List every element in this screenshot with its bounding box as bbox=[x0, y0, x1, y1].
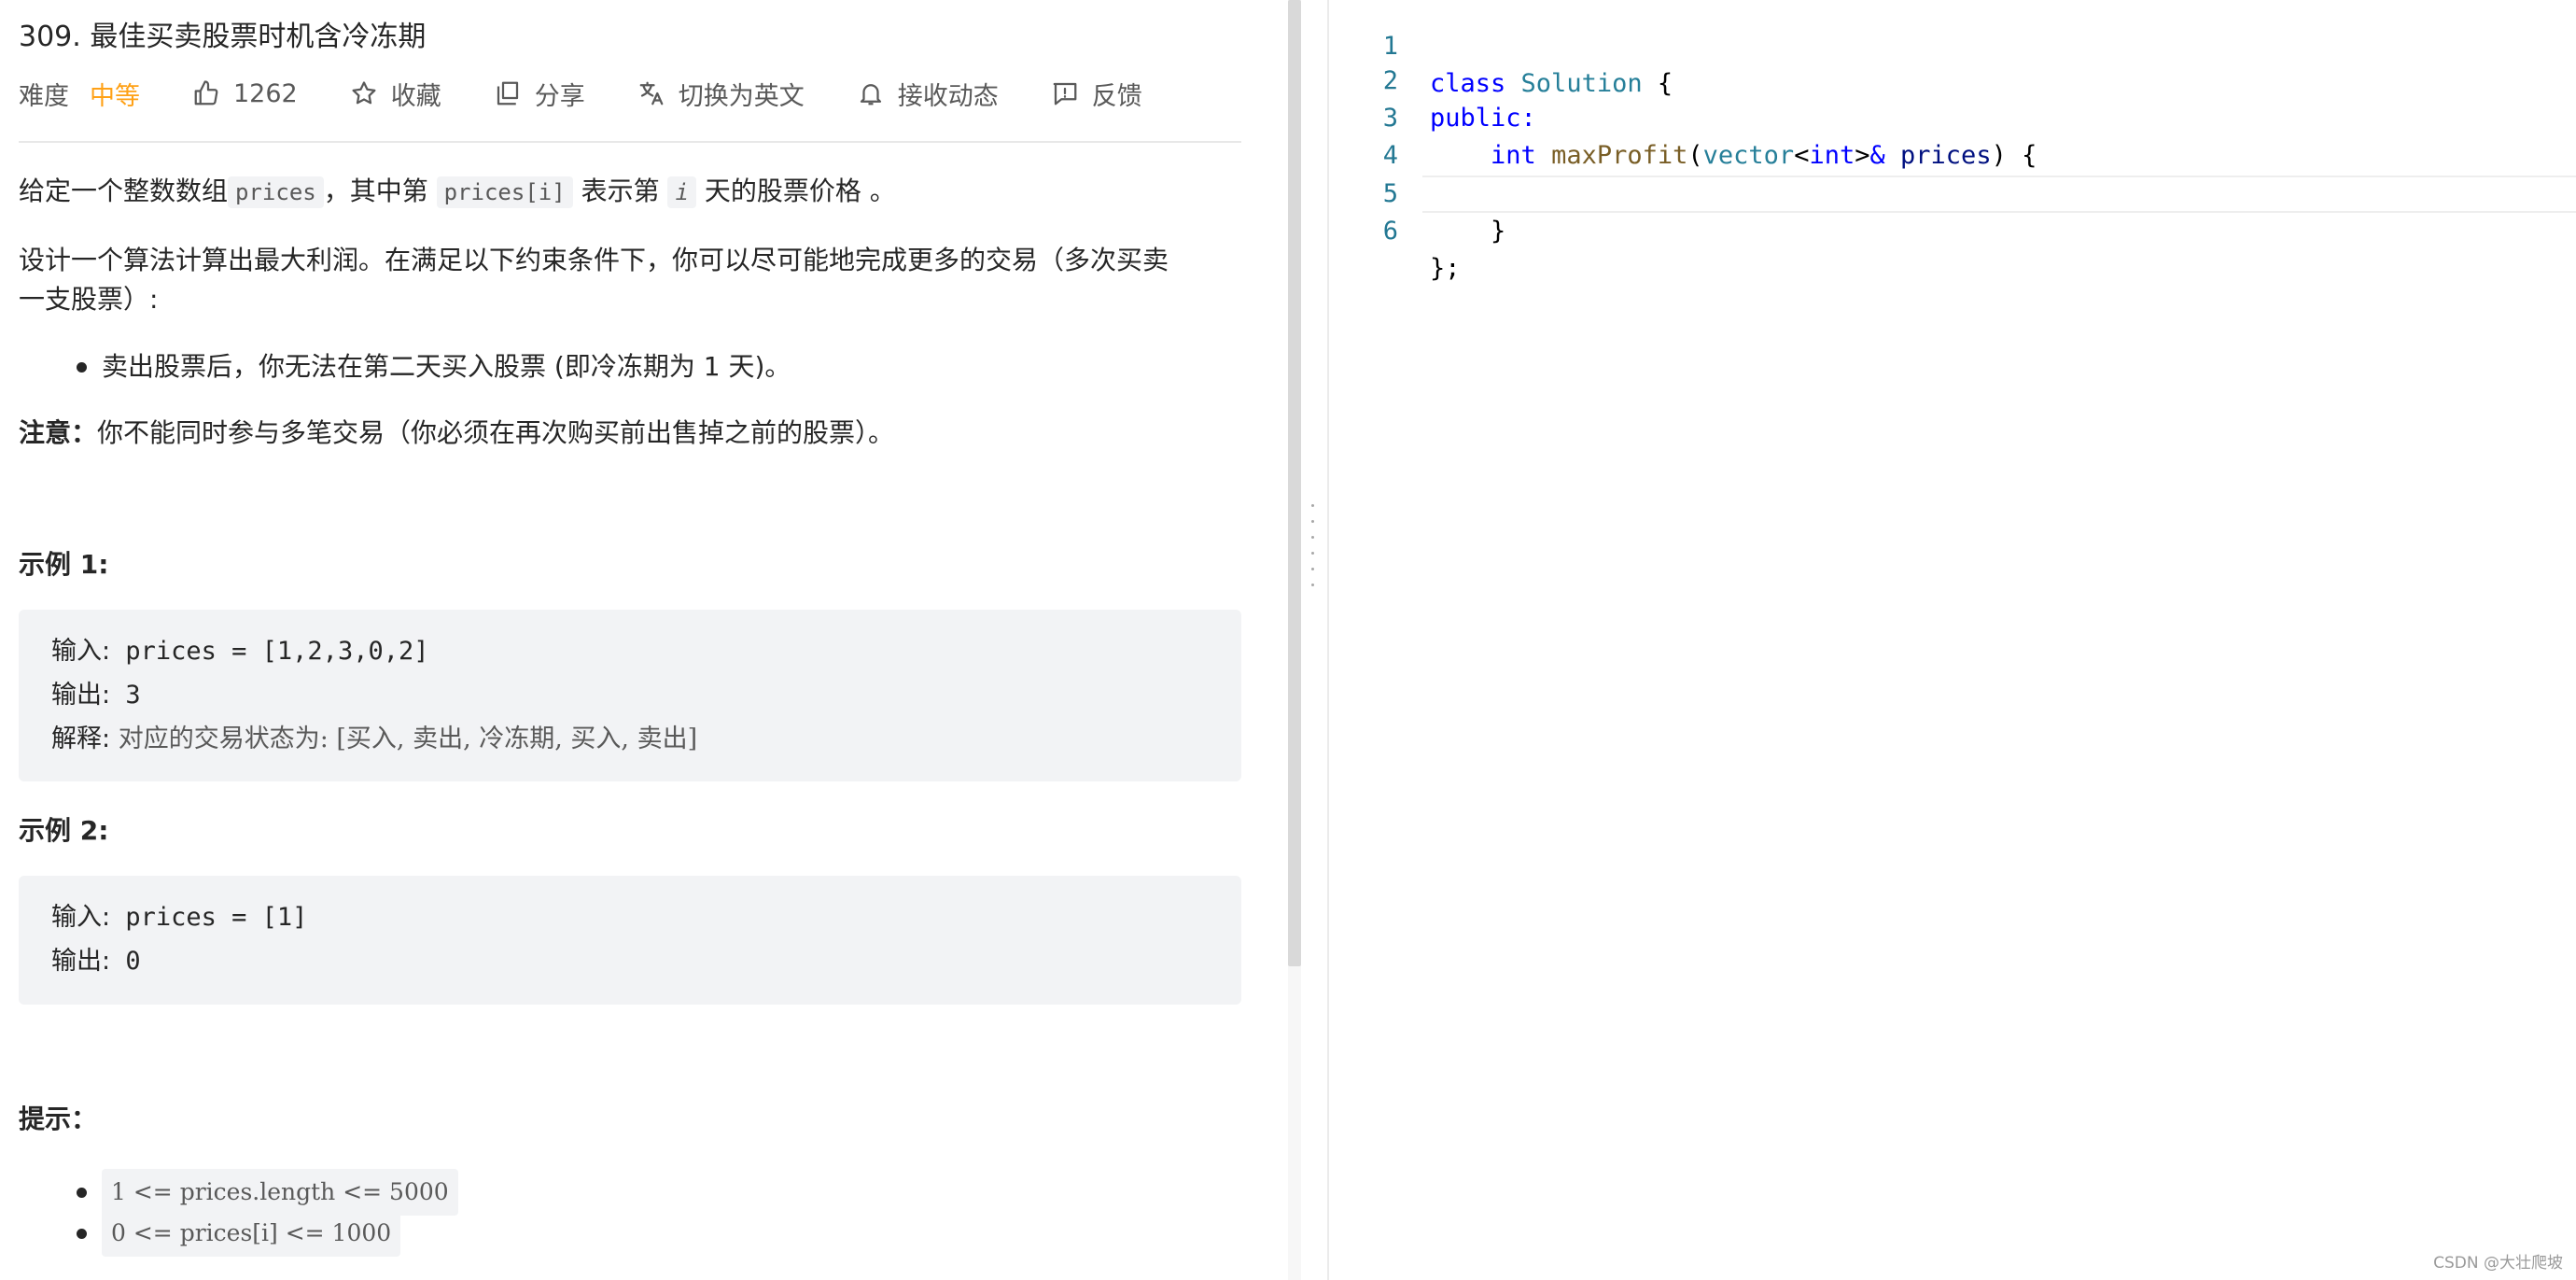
line-content: } bbox=[1430, 217, 1506, 246]
note-label: 注意： bbox=[19, 417, 98, 448]
hint-text: 1 <= prices.length <= 5000 bbox=[102, 1169, 458, 1216]
note-text: 你不能同时参与多笔交易（你必须在再次购买前出售掉之前的股票）。 bbox=[97, 417, 895, 448]
example-2-input: 输入: prices = [1] bbox=[51, 899, 307, 936]
feedback-icon bbox=[1053, 82, 1077, 105]
constraint-text: 卖出股票后，你无法在第二天买入股票 (即冷冻期为 1 天)。 bbox=[102, 351, 791, 382]
favorite-button[interactable]: 收藏 bbox=[350, 76, 441, 112]
panel-splitter[interactable] bbox=[1301, 0, 1329, 1280]
share-icon bbox=[497, 81, 518, 105]
line-number: 6 bbox=[1382, 217, 1398, 246]
subscribe-button[interactable]: 接收动态 bbox=[857, 76, 999, 112]
code-line[interactable]: 4 bbox=[1329, 100, 2576, 170]
example-1-output: 输出: 3 bbox=[51, 677, 141, 714]
code-editor[interactable]: 1 class Solution { 2 public: 3 int maxPr… bbox=[1329, 0, 2576, 1280]
input-label: 输入: bbox=[51, 903, 111, 932]
example-1-explanation: 解释: 对应的交易状态为: [买入, 卖出, 冷冻期, 买入, 卖出] bbox=[51, 721, 697, 758]
feedback-button[interactable]: 反馈 bbox=[1051, 76, 1142, 112]
output-label: 输出: bbox=[51, 681, 111, 710]
desc-text: ，其中第 bbox=[323, 176, 437, 206]
favorite-label: 收藏 bbox=[390, 81, 441, 111]
star-icon bbox=[352, 81, 376, 105]
code-line[interactable]: 6 }; bbox=[1329, 176, 2576, 283]
output-value: 3 bbox=[110, 681, 141, 710]
example-2-box: 输入: prices = [1] 输出: 0 bbox=[19, 876, 1241, 1005]
like-button[interactable]: 1262 bbox=[192, 79, 298, 108]
share-button[interactable]: 分享 bbox=[494, 76, 585, 112]
example-2-heading: 示例 2: bbox=[19, 815, 109, 846]
input-value: prices = [1] bbox=[110, 903, 308, 932]
difficulty: 难度 中等 bbox=[19, 76, 140, 112]
example-1-heading: 示例 1: bbox=[19, 549, 109, 580]
share-label: 分享 bbox=[534, 81, 585, 111]
desc-text: 给定一个整数数组 bbox=[19, 176, 229, 206]
example-1-input: 输入: prices = [1,2,3,0,2] bbox=[51, 633, 428, 670]
bullet-dot bbox=[77, 1228, 87, 1239]
desc-text: 天的股票价格 。 bbox=[695, 176, 896, 206]
bullet-dot bbox=[77, 361, 87, 373]
note-paragraph: 注意：你不能同时参与多笔交易（你必须在再次购买前出售掉之前的股票）。 bbox=[19, 414, 894, 453]
inline-code-i: i bbox=[667, 176, 696, 208]
code-line[interactable]: 2 public: bbox=[1329, 25, 2576, 133]
inline-code-prices: prices bbox=[228, 176, 324, 208]
output-value: 0 bbox=[110, 947, 141, 976]
output-label: 输出: bbox=[51, 947, 111, 976]
description-scrollbar-thumb[interactable] bbox=[1288, 0, 1301, 966]
input-label: 输入: bbox=[51, 637, 111, 666]
description-paragraph-1: 给定一个整数数组 prices ，其中第 prices[i] 表示第 i 天的股票价… bbox=[19, 172, 896, 212]
code-line[interactable]: 1 class Solution { bbox=[1329, 0, 2576, 98]
translate-icon bbox=[639, 81, 664, 105]
hint-text: 0 <= prices[i] <= 1000 bbox=[102, 1210, 401, 1257]
line-content: }; bbox=[1430, 254, 1461, 283]
splitter-drag-handle[interactable] bbox=[1311, 504, 1315, 602]
problem-meta-bar: 难度 中等 1262 收藏 分享 切换为英文 接收动态 反馈 bbox=[19, 73, 1195, 114]
switch-language-label: 切换为英文 bbox=[678, 81, 805, 111]
bullet-dot bbox=[77, 1187, 87, 1198]
app-root: 309. 最佳买卖股票时机含冷冻期 难度 中等 1262 收藏 分享 切换为英文… bbox=[0, 0, 2576, 1280]
code-line[interactable]: 5 } bbox=[1329, 138, 2576, 246]
description-paragraph-2-line-1: 设计一个算法计算出最大利润。在满足以下约束条件下，你可以尽可能地完成更多的交易（… bbox=[19, 245, 1169, 275]
example-2-output: 输出: 0 bbox=[51, 943, 141, 980]
hints-heading: 提示： bbox=[19, 1104, 98, 1134]
switch-language-button[interactable]: 切换为英文 bbox=[637, 76, 805, 112]
header-divider bbox=[19, 141, 1241, 143]
input-value: prices = [1,2,3,0,2] bbox=[110, 637, 429, 666]
problem-title: 309. 最佳买卖股票时机含冷冻期 bbox=[19, 21, 427, 53]
subscribe-label: 接收动态 bbox=[897, 81, 999, 111]
desc-text: 表示第 bbox=[572, 176, 668, 206]
hint-item: 0 <= prices[i] <= 1000 bbox=[19, 1210, 401, 1257]
constraint-bullet: 卖出股票后，你无法在第二天买入股票 (即冷冻期为 1 天)。 bbox=[19, 347, 791, 387]
hint-item: 1 <= prices.length <= 5000 bbox=[19, 1169, 458, 1216]
watermark: CSDN @大壮爬坡 bbox=[2433, 1254, 2563, 1273]
inline-code-prices-i: prices[i] bbox=[436, 176, 573, 208]
explain-value: 对应的交易状态为: [买入, 卖出, 冷冻期, 买入, 卖出] bbox=[110, 724, 698, 753]
thumbs-up-icon bbox=[194, 80, 218, 105]
problem-panel: 309. 最佳买卖股票时机含冷冻期 难度 中等 1262 收藏 分享 切换为英文… bbox=[0, 0, 1288, 1280]
explain-label: 解释: bbox=[51, 724, 111, 753]
description-paragraph-2-line-2: 一支股票）: bbox=[19, 284, 159, 315]
example-1-box: 输入: prices = [1,2,3,0,2] 输出: 3 解释: 对应的交易… bbox=[19, 610, 1241, 781]
like-count: 1262 bbox=[233, 78, 298, 108]
feedback-label: 反馈 bbox=[1091, 81, 1142, 111]
code-line[interactable]: 3 int maxProfit(vector<int>& prices) { bbox=[1329, 63, 2576, 170]
difficulty-label: 难度 bbox=[19, 81, 69, 111]
difficulty-value: 中等 bbox=[90, 81, 140, 111]
bell-icon bbox=[860, 84, 881, 105]
